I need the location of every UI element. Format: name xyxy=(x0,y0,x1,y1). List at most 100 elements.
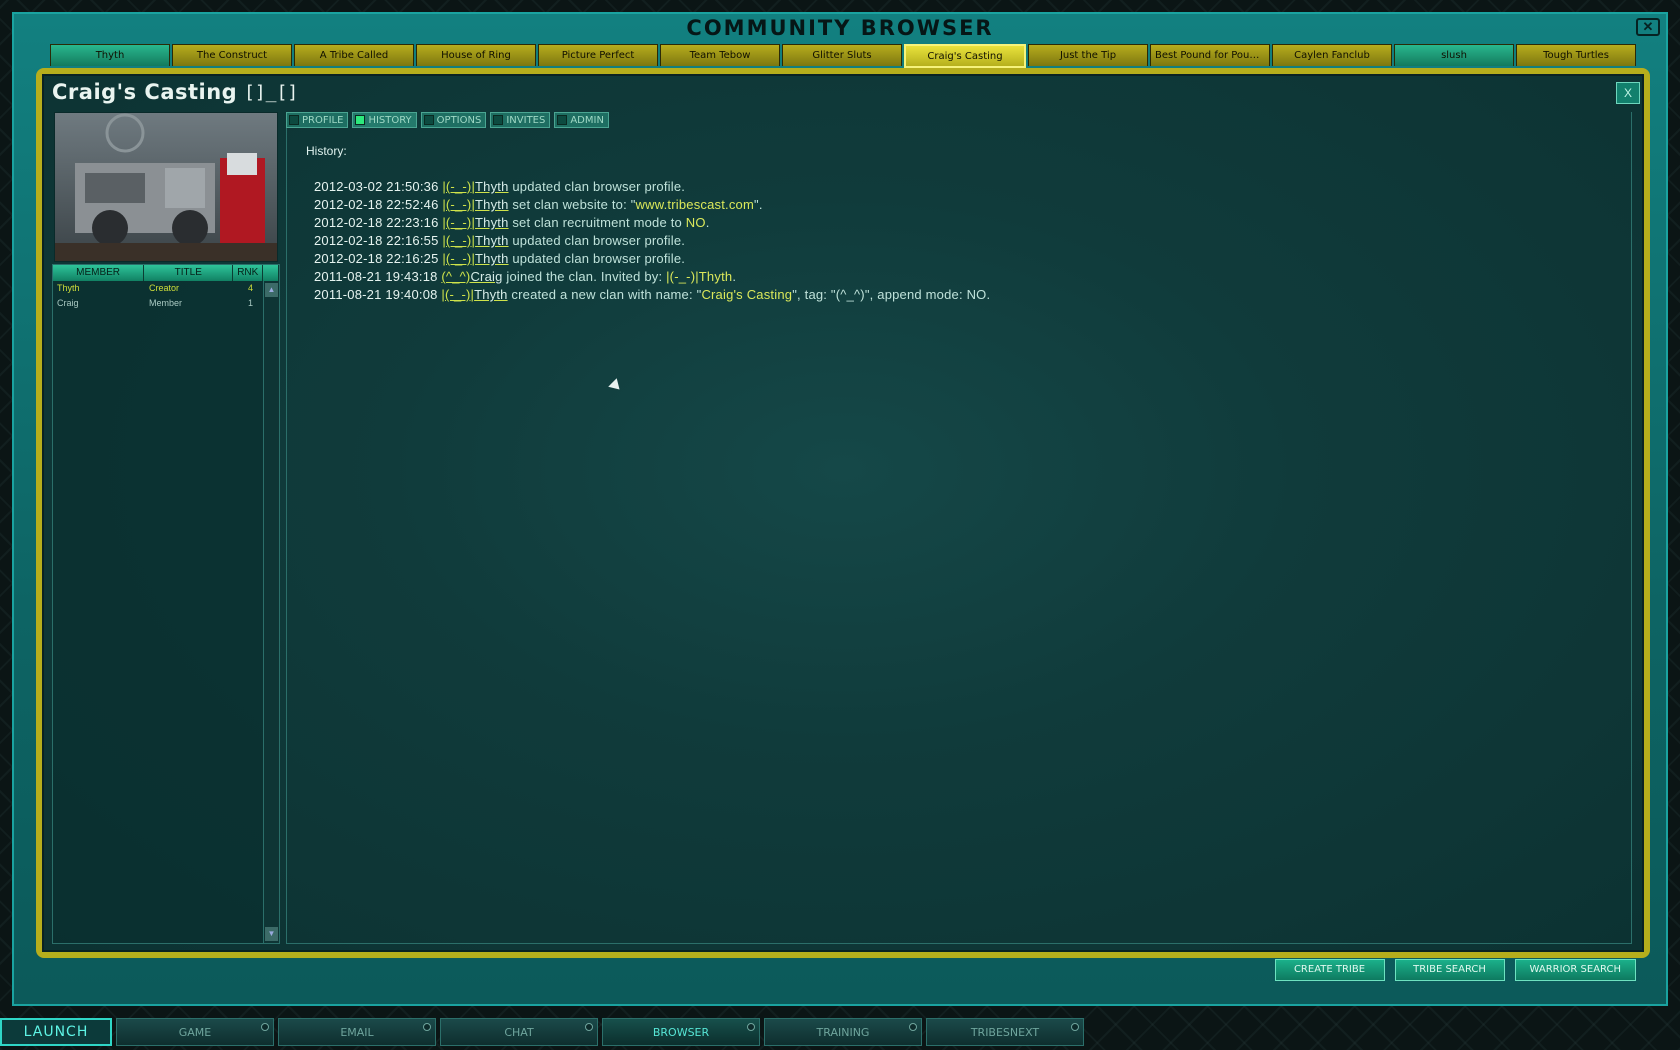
clan-tab-bar: Thyth The Construct A Tribe Called House of… xyxy=(50,44,1636,68)
scroll-down-icon[interactable]: ▼ xyxy=(265,927,278,941)
taskbar-tab-game[interactable]: GAME xyxy=(116,1018,274,1046)
history-text: created a new clan with name: " xyxy=(507,287,702,302)
history-heading: History: xyxy=(306,144,347,158)
history-entry: 2012-03-02 21:50:36 |(-_-)|Thyth updated… xyxy=(314,178,990,196)
history-user-link[interactable]: (^_^)Craig xyxy=(441,269,502,284)
history-user-link[interactable]: |(-_-)|Thyth xyxy=(442,233,508,248)
user-tag: |(-_-)| xyxy=(442,179,476,194)
clan-tab[interactable]: slush xyxy=(1394,44,1514,66)
member-member: Thyth xyxy=(57,283,80,293)
panel-close-button[interactable]: X xyxy=(1616,82,1640,104)
history-value: NO xyxy=(685,215,706,230)
history-user-link[interactable]: |(-_-)|Thyth xyxy=(442,215,508,230)
member-row[interactable]: Thyth Creator 4 xyxy=(53,281,279,296)
taskbar-tab-browser[interactable]: BROWSER xyxy=(602,1018,760,1046)
taskbar: LAUNCH GAME EMAIL CHAT BROWSER TRAINING TRIBE… xyxy=(0,1012,1090,1050)
clan-tab[interactable]: Picture Perfect xyxy=(538,44,658,66)
taskbar-tab-chat[interactable]: CHAT xyxy=(440,1018,598,1046)
tab-checkbox-icon xyxy=(493,115,504,125)
create-tribe-button[interactable]: CREATE TRIBE xyxy=(1274,959,1385,981)
col-rank-header[interactable]: RNK xyxy=(233,265,264,281)
clan-tab[interactable]: House of Ring xyxy=(416,44,536,66)
col-title-header[interactable]: TITLE xyxy=(144,265,234,281)
history-text: updated clan browser profile. xyxy=(508,233,686,248)
warrior-search-button[interactable]: WARRIOR SEARCH xyxy=(1514,959,1636,981)
status-dot-icon xyxy=(423,1023,431,1031)
clan-tab[interactable]: Tough Turtles xyxy=(1516,44,1636,66)
tab-admin[interactable]: ADMIN xyxy=(554,112,609,128)
tab-checkbox-icon xyxy=(423,115,434,125)
history-text: updated clan browser profile. xyxy=(508,251,686,266)
clan-tab[interactable]: Just the Tip xyxy=(1028,44,1148,66)
history-value: Craig's Casting xyxy=(701,287,793,302)
clan-tab[interactable]: Thyth xyxy=(50,44,170,66)
member-title: Member xyxy=(149,298,183,308)
tab-label: HISTORY xyxy=(368,114,412,126)
history-user-link[interactable]: |(-_-)|Thyth xyxy=(442,197,508,212)
status-dot-icon xyxy=(747,1023,755,1031)
history-user-link[interactable]: |(-_-)|Thyth xyxy=(442,251,508,266)
tab-checkbox-icon xyxy=(289,115,299,125)
history-user-link[interactable]: |(-_-)|Thyth xyxy=(441,287,507,302)
scroll-up-icon[interactable]: ▲ xyxy=(265,283,278,297)
history-timestamp: 2011-08-21 19:43:18 xyxy=(314,269,438,284)
member-scrollbar[interactable]: ▲ ▼ xyxy=(263,281,279,943)
status-dot-icon xyxy=(261,1023,269,1031)
tab-checkbox-icon xyxy=(355,115,366,125)
member-rank: 1 xyxy=(247,298,253,308)
history-entry: 2012-02-18 22:52:46 |(-_-)|Thyth set cla… xyxy=(314,196,990,214)
user-tag: |(-_-)| xyxy=(442,215,476,230)
member-row[interactable]: Craig Member 1 xyxy=(53,296,279,311)
tab-history[interactable]: HISTORY xyxy=(352,112,417,128)
taskbar-tab-tribesnext[interactable]: TRIBESNEXT xyxy=(926,1018,1084,1046)
history-text: . xyxy=(705,215,710,230)
history-user-link[interactable]: |(-_-)|Thyth xyxy=(442,179,508,194)
user-name: Thyth xyxy=(475,215,509,230)
col-member-header[interactable]: MEMBER xyxy=(53,265,145,281)
community-browser-window: COMMUNITY BROWSER ✕ Thyth The Construct A … xyxy=(12,12,1668,1006)
member-list: MEMBER TITLE RNK Thyth Creator 4 Craig Membe… xyxy=(52,264,280,944)
member-member: Craig xyxy=(57,298,79,308)
action-buttons: CREATE TRIBE TRIBE SEARCH WARRIOR SEARCH xyxy=(1274,959,1636,981)
window-close-icon[interactable]: ✕ xyxy=(1636,18,1660,36)
user-tag: |(-_-)| xyxy=(442,251,476,266)
launch-button[interactable]: LAUNCH xyxy=(0,1018,112,1046)
taskbar-tab-email[interactable]: EMAIL xyxy=(278,1018,436,1046)
status-dot-icon xyxy=(909,1023,917,1031)
history-entry: 2012-02-18 22:16:25 |(-_-)|Thyth updated… xyxy=(314,250,990,268)
history-text: set clan website to: " xyxy=(508,197,636,212)
clan-tab[interactable]: Best Pound for Pound... xyxy=(1150,44,1270,66)
user-tag: |(-_-)| xyxy=(442,233,476,248)
user-name: Thyth xyxy=(475,179,509,194)
history-text: ", tag: "(^_^)", append mode: NO. xyxy=(792,287,991,302)
status-dot-icon xyxy=(585,1023,593,1031)
taskbar-tab-label: CHAT xyxy=(504,1026,534,1039)
user-name: Thyth xyxy=(474,287,508,302)
history-timestamp: 2012-02-18 22:16:55 xyxy=(314,233,439,248)
tab-label: OPTIONS xyxy=(436,114,482,126)
history-text: ". xyxy=(754,197,763,212)
taskbar-tab-label: BROWSER xyxy=(652,1026,710,1039)
history-text: updated clan browser profile. xyxy=(508,179,686,194)
clan-tab[interactable]: Craig's Casting xyxy=(904,44,1026,68)
clan-tab[interactable]: A Tribe Called xyxy=(294,44,414,66)
clan-tab[interactable]: Glitter Sluts xyxy=(782,44,902,66)
clan-tab[interactable]: Team Tebow xyxy=(660,44,780,66)
taskbar-tab-training[interactable]: TRAINING xyxy=(764,1018,922,1046)
tab-invites[interactable]: INVITES xyxy=(490,112,551,128)
user-name: Thyth xyxy=(475,233,509,248)
history-timestamp: 2012-02-18 22:52:46 xyxy=(314,197,439,212)
tab-options[interactable]: OPTIONS xyxy=(420,112,487,128)
tribe-search-button[interactable]: TRIBE SEARCH xyxy=(1394,959,1505,981)
history-entry: 2011-08-21 19:40:08 |(-_-)|Thyth created… xyxy=(314,286,990,304)
clan-banner-image xyxy=(54,112,278,262)
clan-tab[interactable]: The Construct xyxy=(172,44,292,66)
window-titlebar: COMMUNITY BROWSER ✕ xyxy=(14,14,1666,42)
clan-tab[interactable]: Caylen Fanclub xyxy=(1272,44,1392,66)
user-name: Craig xyxy=(470,269,503,284)
member-rank: 4 xyxy=(247,283,253,293)
history-timestamp: 2012-03-02 21:50:36 xyxy=(314,179,439,194)
history-value: www.tribescast.com xyxy=(635,197,755,212)
tab-profile[interactable]: PROFILE xyxy=(286,112,349,128)
history-timestamp: 2011-08-21 19:40:08 xyxy=(314,287,438,302)
